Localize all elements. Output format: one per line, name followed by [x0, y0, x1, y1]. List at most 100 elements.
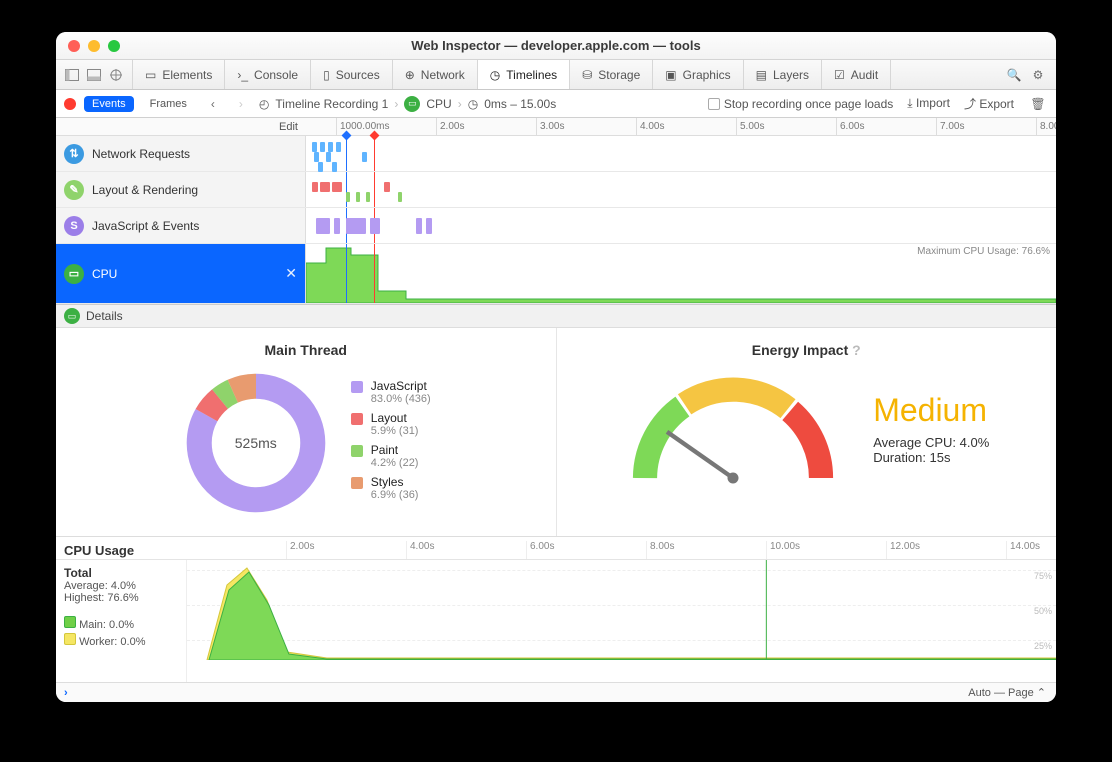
ruler-tick: 7.00s	[936, 118, 964, 136]
export-button[interactable]: ⤴ Export	[964, 95, 1014, 112]
record-button[interactable]	[64, 98, 76, 110]
row-js[interactable]: SJavaScript & Events	[56, 208, 1056, 244]
dock-left-icon[interactable]	[62, 65, 82, 85]
edit-button[interactable]: Edit	[56, 118, 306, 135]
swatch-icon	[351, 413, 363, 425]
tab-layers[interactable]: ▤Layers	[744, 60, 822, 89]
view-frames-toggle[interactable]: Frames	[142, 96, 195, 112]
tab-audit[interactable]: ☑Audit	[822, 60, 891, 89]
tab-elements[interactable]: ▭Elements	[133, 60, 225, 89]
stop-on-load-checkbox[interactable]: Stop recording once page loads	[708, 97, 893, 111]
energy-gauge	[623, 368, 843, 488]
mode-selector[interactable]: Auto — Page ⌃	[968, 686, 1056, 699]
inspector-window: Web Inspector — developer.apple.com — to…	[56, 32, 1056, 702]
details-header: ▭ Details	[56, 304, 1056, 328]
checklist-icon: ☑	[834, 68, 845, 82]
row-cpu[interactable]: ▭CPU✕ Maximum CPU Usage: 76.6%	[56, 244, 1056, 304]
tab-console[interactable]: ›_Console	[225, 60, 311, 89]
clock-icon: ◷	[468, 97, 478, 111]
cpu-badge-icon: ▭	[64, 308, 80, 324]
navigation-tabbar: ▭Elements ›_Console ▯Sources ⊕Network ◷T…	[56, 60, 1056, 90]
row-network[interactable]: ⇅Network Requests	[56, 136, 1056, 172]
swatch-icon	[351, 445, 363, 457]
breadcrumb-cpu[interactable]: CPU	[426, 97, 451, 111]
energy-title: Energy Impact ?	[569, 342, 1045, 358]
upload-icon: ⤴	[964, 97, 976, 111]
ruler-tick: 2.00s	[436, 118, 464, 136]
swatch-icon	[351, 381, 363, 393]
detail-panels: Main Thread 525ms JavaScript83.0% (436) …	[56, 328, 1056, 537]
titlebar: Web Inspector — developer.apple.com — to…	[56, 32, 1056, 60]
cpu-usage-legend: Total Average: 4.0% Highest: 76.6% Main:…	[56, 560, 186, 682]
console-icon: ›_	[237, 68, 248, 82]
import-button[interactable]: ⤓ Import	[907, 96, 950, 111]
paint-icon: ✎	[64, 180, 84, 200]
trash-icon[interactable]: 🗑	[1028, 94, 1048, 114]
swatch-icon	[64, 633, 76, 645]
close-window-button[interactable]	[68, 40, 80, 52]
console-prompt-icon[interactable]: ›	[56, 687, 68, 699]
lane-js	[306, 208, 1056, 243]
cpu-usage-ticks: 2.00s 4.00s 6.00s 8.00s 10.00s 12.00s 14…	[186, 537, 1056, 559]
script-icon: S	[64, 216, 84, 236]
search-icon[interactable]: 🔍	[1004, 65, 1024, 85]
energy-level: Medium	[873, 392, 989, 429]
swatch-icon	[351, 477, 363, 489]
nav-forward-icon[interactable]: ›	[231, 94, 251, 114]
details-label: Details	[86, 309, 123, 323]
dock-bottom-icon[interactable]	[84, 65, 104, 85]
chevron-updown-icon: ⌃	[1037, 687, 1046, 699]
minimize-window-button[interactable]	[88, 40, 100, 52]
main-thread-panel: Main Thread 525ms JavaScript83.0% (436) …	[56, 328, 556, 536]
cpu-usage-chart: 75% 50% 25%	[186, 560, 1056, 682]
donut-total: 525ms	[181, 368, 331, 518]
main-thread-legend: JavaScript83.0% (436) Layout5.9% (31) Pa…	[351, 379, 431, 507]
main-thread-donut: 525ms	[181, 368, 331, 518]
nav-back-icon[interactable]: ‹	[203, 94, 223, 114]
cpu-usage-title: CPU Usage	[56, 537, 186, 559]
close-icon[interactable]: ✕	[285, 265, 297, 282]
tab-timelines[interactable]: ◷Timelines	[478, 60, 570, 89]
ruler-ticks: 1000.00ms 2.00s 3.00s 4.00s 5.00s 6.00s …	[306, 118, 1056, 135]
lane-cpu: Maximum CPU Usage: 76.6%	[306, 244, 1056, 303]
box-icon: ▭	[145, 68, 156, 82]
energy-dur: Duration: 15s	[873, 450, 989, 465]
cpu-usage-section: CPU Usage 2.00s 4.00s 6.00s 8.00s 10.00s…	[56, 537, 1056, 682]
tab-graphics[interactable]: ▣Graphics	[653, 60, 743, 89]
timeline-toolbar: Events Frames ‹ › ◴ Timeline Recording 1…	[56, 90, 1056, 118]
ruler-tick: 5.00s	[736, 118, 764, 136]
download-icon: ⤓	[907, 96, 912, 110]
ruler-tick: 6.00s	[836, 118, 864, 136]
stopwatch-icon: ◴	[259, 97, 269, 111]
chevron-right-icon: ›	[394, 97, 398, 111]
row-layout[interactable]: ✎Layout & Rendering	[56, 172, 1056, 208]
lane-layout	[306, 172, 1056, 207]
inspect-element-icon[interactable]	[106, 65, 126, 85]
breadcrumb-recording[interactable]: Timeline Recording 1	[275, 97, 388, 111]
ruler-tick: 3.00s	[536, 118, 564, 136]
tab-sources[interactable]: ▯Sources	[311, 60, 393, 89]
document-icon: ▯	[323, 68, 330, 82]
cpu-icon: ▭	[64, 264, 84, 284]
tab-network[interactable]: ⊕Network	[393, 60, 478, 89]
breadcrumb: ◴ Timeline Recording 1 › ▭ CPU › ◷ 0ms –…	[259, 96, 556, 112]
database-icon: ⛁	[582, 68, 592, 82]
chevron-right-icon: ›	[458, 97, 462, 111]
layers-icon: ▤	[756, 68, 767, 82]
timeline-ruler[interactable]: Edit 1000.00ms 2.00s 3.00s 4.00s 5.00s 6…	[56, 118, 1056, 136]
timeline-rows: ⇅Network Requests ✎Layout & Rendering	[56, 136, 1056, 304]
zoom-window-button[interactable]	[108, 40, 120, 52]
view-events-toggle[interactable]: Events	[84, 96, 134, 112]
status-bar: › Auto — Page ⌃	[56, 682, 1056, 702]
energy-panel: Energy Impact ? Medium Average CPU: 4.0%…	[556, 328, 1057, 536]
help-icon[interactable]: ?	[852, 342, 861, 358]
tab-storage[interactable]: ⛁Storage	[570, 60, 653, 89]
gear-icon[interactable]: ⚙	[1028, 65, 1048, 85]
cpu-badge-icon: ▭	[404, 96, 420, 112]
dock-buttons	[56, 60, 133, 89]
energy-avg: Average CPU: 4.0%	[873, 435, 989, 450]
ruler-tick: 8.00s	[1036, 118, 1056, 136]
breadcrumb-range[interactable]: 0ms – 15.00s	[484, 97, 556, 111]
globe-icon: ⊕	[405, 68, 415, 82]
main-thread-title: Main Thread	[68, 342, 544, 358]
